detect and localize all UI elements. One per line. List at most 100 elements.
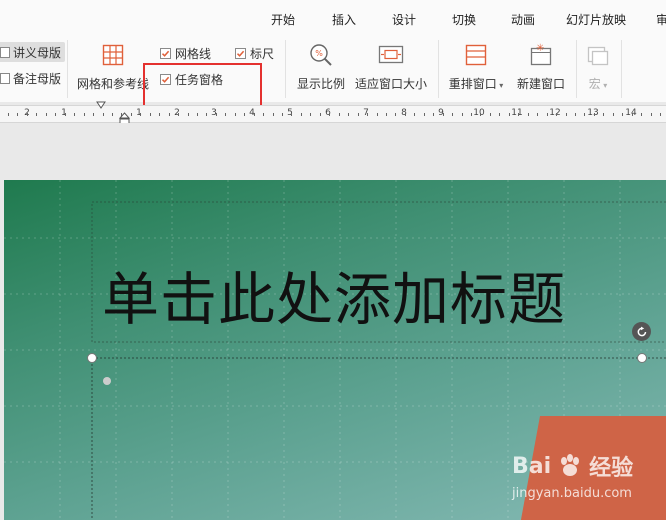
menu-bar: 开始 插入 设计 切换 动画 幻灯片放映 审 — [0, 0, 666, 36]
new-window-button[interactable]: ✳ 新建窗口 — [515, 40, 567, 96]
ruler-tick — [405, 113, 406, 116]
ruler-tick — [367, 113, 368, 116]
tab-review[interactable]: 审 — [656, 11, 666, 28]
gridlines-checkbox[interactable]: 网格线 — [160, 45, 211, 62]
ruler-tick — [263, 113, 264, 116]
tab-insert[interactable]: 插入 — [332, 11, 356, 28]
svg-text:%: % — [315, 49, 323, 58]
new-window-label: 新建窗口 — [516, 77, 565, 91]
ruler-tick — [197, 113, 198, 116]
ruler-tick — [339, 113, 340, 116]
divider — [285, 40, 286, 98]
divider — [621, 40, 622, 98]
task-pane-checkbox[interactable]: 任务窗格 — [160, 71, 223, 88]
ruler-checkbox[interactable]: 标尺 — [235, 45, 274, 62]
zoom-icon: % — [308, 42, 334, 68]
ruler-tick — [46, 113, 47, 116]
ruler-label: 1 — [136, 108, 142, 118]
ruler-tick — [594, 113, 595, 116]
handout-master-label: 讲义母版 — [13, 45, 62, 60]
ruler-tick — [8, 113, 9, 116]
ruler-tick — [291, 113, 292, 116]
ruler-tick — [254, 113, 255, 116]
ruler-tick — [471, 113, 472, 116]
tab-transition[interactable]: 切换 — [452, 11, 476, 28]
ruler-tick — [140, 113, 141, 116]
ruler-tick — [660, 113, 661, 116]
grid-guides-label: 网格和参考线 — [77, 77, 150, 91]
title-placeholder[interactable]: 单击此处添加标题 — [102, 254, 566, 336]
ruler-tick — [131, 113, 132, 116]
fit-window-button[interactable]: 适应窗口大小 — [354, 40, 428, 96]
ruler-tick — [329, 113, 330, 116]
ruler-tick — [395, 113, 396, 116]
macro-button[interactable]: 宏 ▾ — [583, 40, 613, 96]
ruler-tick — [518, 113, 519, 116]
macro-icon — [585, 42, 611, 68]
ruler-tick — [537, 113, 538, 116]
notes-master-button[interactable]: 备注母版 — [0, 68, 65, 88]
ruler-tick — [433, 113, 434, 116]
ruler-tick — [348, 113, 349, 116]
handout-master-button[interactable]: 讲义母版 — [0, 42, 66, 62]
fit-window-icon — [378, 42, 404, 68]
gridlines-label: 网格线 — [175, 47, 212, 61]
tab-animation[interactable]: 动画 — [511, 11, 535, 28]
task-pane-label: 任务窗格 — [175, 73, 224, 87]
tab-start[interactable]: 开始 — [271, 11, 295, 28]
adjust-handle[interactable] — [103, 377, 111, 385]
arrange-window-button[interactable]: 重排窗口 ▾ — [447, 40, 505, 96]
ruler-tick — [301, 113, 302, 116]
ruler-tick — [74, 113, 75, 116]
resize-handle-left[interactable] — [87, 353, 97, 363]
slide-canvas[interactable]: 单击此处添加标题 Bai 经验 jingyan.baidu.com — [4, 180, 666, 520]
watermark-suffix-text: 经验 — [589, 456, 634, 481]
ruler-label: 14 — [625, 108, 637, 118]
show-ratio-button[interactable]: % 显示比例 — [296, 40, 346, 96]
ruler-tick — [282, 113, 283, 116]
ruler-tick — [490, 113, 491, 116]
ruler-tick — [244, 113, 245, 116]
checkmark-icon — [160, 48, 171, 59]
ruler-label: 5 — [287, 108, 293, 118]
ruler-tick — [150, 113, 151, 116]
ruler-tick — [36, 113, 37, 116]
ruler-tick — [206, 113, 207, 116]
ruler-tick — [424, 113, 425, 116]
tab-design[interactable]: 设计 — [392, 11, 416, 28]
ruler-tick — [528, 113, 529, 116]
ruler-tick — [65, 113, 66, 116]
rotate-icon — [637, 326, 646, 336]
ruler-tick — [499, 113, 500, 116]
ruler-tick — [178, 113, 179, 116]
tab-slideshow[interactable]: 幻灯片放映 — [566, 11, 626, 28]
slide-workspace: 单击此处添加标题 Bai 经验 jingyan.baidu.com — [0, 123, 666, 520]
ruler-tick — [575, 113, 576, 116]
resize-handle-right[interactable] — [637, 353, 647, 363]
ruler-label: 12 — [549, 108, 561, 118]
ruler-tick — [386, 113, 387, 116]
ruler-tick — [55, 113, 56, 116]
grid-guides-button[interactable]: 网格和参考线 — [77, 40, 149, 96]
ruler-label: 7 — [363, 108, 369, 118]
ruler-tick — [547, 113, 548, 116]
ruler-tick — [188, 113, 189, 116]
ruler-tick — [566, 113, 567, 116]
grid-icon — [100, 42, 126, 68]
ruler-label: 13 — [587, 108, 599, 118]
ribbon-view-toolbar: 讲义母版 备注母版 网格和参考线 网格线 标尺 任务窗格 % 显示比例 适应窗口… — [0, 36, 666, 102]
ruler-tick — [273, 113, 274, 116]
ruler-tick — [310, 113, 311, 116]
ruler-tick — [452, 113, 453, 116]
watermark-url: jingyan.baidu.com — [512, 486, 632, 501]
ruler-tick — [84, 113, 85, 116]
ruler-tick — [509, 113, 510, 116]
ruler-tick — [377, 113, 378, 116]
ruler-tick — [584, 113, 585, 116]
ruler-tick — [632, 113, 633, 116]
ruler-tick — [443, 113, 444, 116]
first-line-indent-marker[interactable] — [96, 101, 106, 110]
ruler-label: 标尺 — [250, 47, 275, 61]
ruler-tick — [480, 113, 481, 116]
rotate-handle[interactable] — [632, 322, 651, 341]
